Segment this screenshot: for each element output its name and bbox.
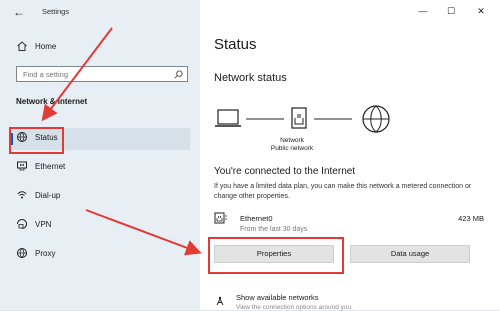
- app-title: Settings: [42, 7, 70, 16]
- globe-icon: [362, 105, 390, 133]
- adapter-usage: 423 MB: [458, 214, 484, 223]
- network-label-line2: Public network: [270, 145, 314, 152]
- sidebar-item-proxy[interactable]: Proxy: [10, 244, 190, 266]
- properties-highlight-box: [208, 237, 344, 274]
- window-controls: — ☐ ✕: [400, 0, 500, 24]
- network-label: Network Public network: [264, 137, 320, 153]
- adapter-name: Ethernet0: [240, 214, 273, 223]
- close-button[interactable]: ✕: [472, 4, 490, 18]
- network-diagram: [215, 105, 390, 133]
- search-box[interactable]: [16, 66, 188, 82]
- show-networks-link[interactable]: Show available networks: [236, 293, 319, 302]
- adapter-period: From the last 30 days: [240, 226, 308, 233]
- home-icon: [17, 41, 27, 51]
- connection-status-text: You're connected to the Internet: [214, 166, 356, 177]
- network-status-heading: Network status: [214, 72, 287, 84]
- data-usage-button[interactable]: Data usage: [350, 245, 470, 263]
- nav-home[interactable]: Home: [10, 37, 190, 57]
- back-button[interactable]: ←: [13, 5, 27, 19]
- sidebar-item-vpn[interactable]: VPN: [10, 215, 190, 237]
- network-tower-icon: [216, 296, 224, 306]
- title-bar: ← Settings: [0, 0, 200, 26]
- sidebar-item-label: Ethernet: [35, 162, 66, 171]
- vpn-icon: [17, 218, 28, 229]
- search-icon[interactable]: [174, 70, 183, 79]
- sidebar-item-label: Dial-up: [35, 191, 61, 200]
- nav-home-label: Home: [35, 42, 57, 51]
- sidebar-item-label: Proxy: [35, 249, 56, 258]
- content-pane: — ☐ ✕ Status Network status Network Publ…: [200, 0, 500, 311]
- laptop-icon: [215, 109, 241, 127]
- maximize-button[interactable]: ☐: [442, 4, 460, 18]
- globe-icon: [17, 248, 27, 258]
- page-title: Status: [214, 36, 257, 53]
- ethernet-adapter-icon: [214, 212, 227, 224]
- status-highlight-box: [9, 127, 64, 154]
- navigation-pane: ← Settings Home Network & Internet Statu…: [0, 0, 200, 310]
- sidebar-item-ethernet[interactable]: Ethernet: [10, 157, 190, 179]
- ethernet-port-icon: [291, 107, 307, 129]
- minimize-button[interactable]: —: [414, 4, 432, 18]
- network-label-line1: Network: [280, 137, 304, 144]
- settings-window: ← Settings Home Network & Internet Statu…: [0, 0, 500, 311]
- ethernet-icon: [17, 161, 27, 171]
- metered-description: If you have a limited data plan, you can…: [214, 183, 472, 200]
- sidebar-item-dialup[interactable]: Dial-up: [10, 186, 190, 208]
- search-input[interactable]: [23, 69, 163, 80]
- sidebar-item-label: VPN: [35, 220, 52, 229]
- section-heading: Network & Internet: [16, 97, 88, 106]
- dialup-icon: [17, 191, 27, 199]
